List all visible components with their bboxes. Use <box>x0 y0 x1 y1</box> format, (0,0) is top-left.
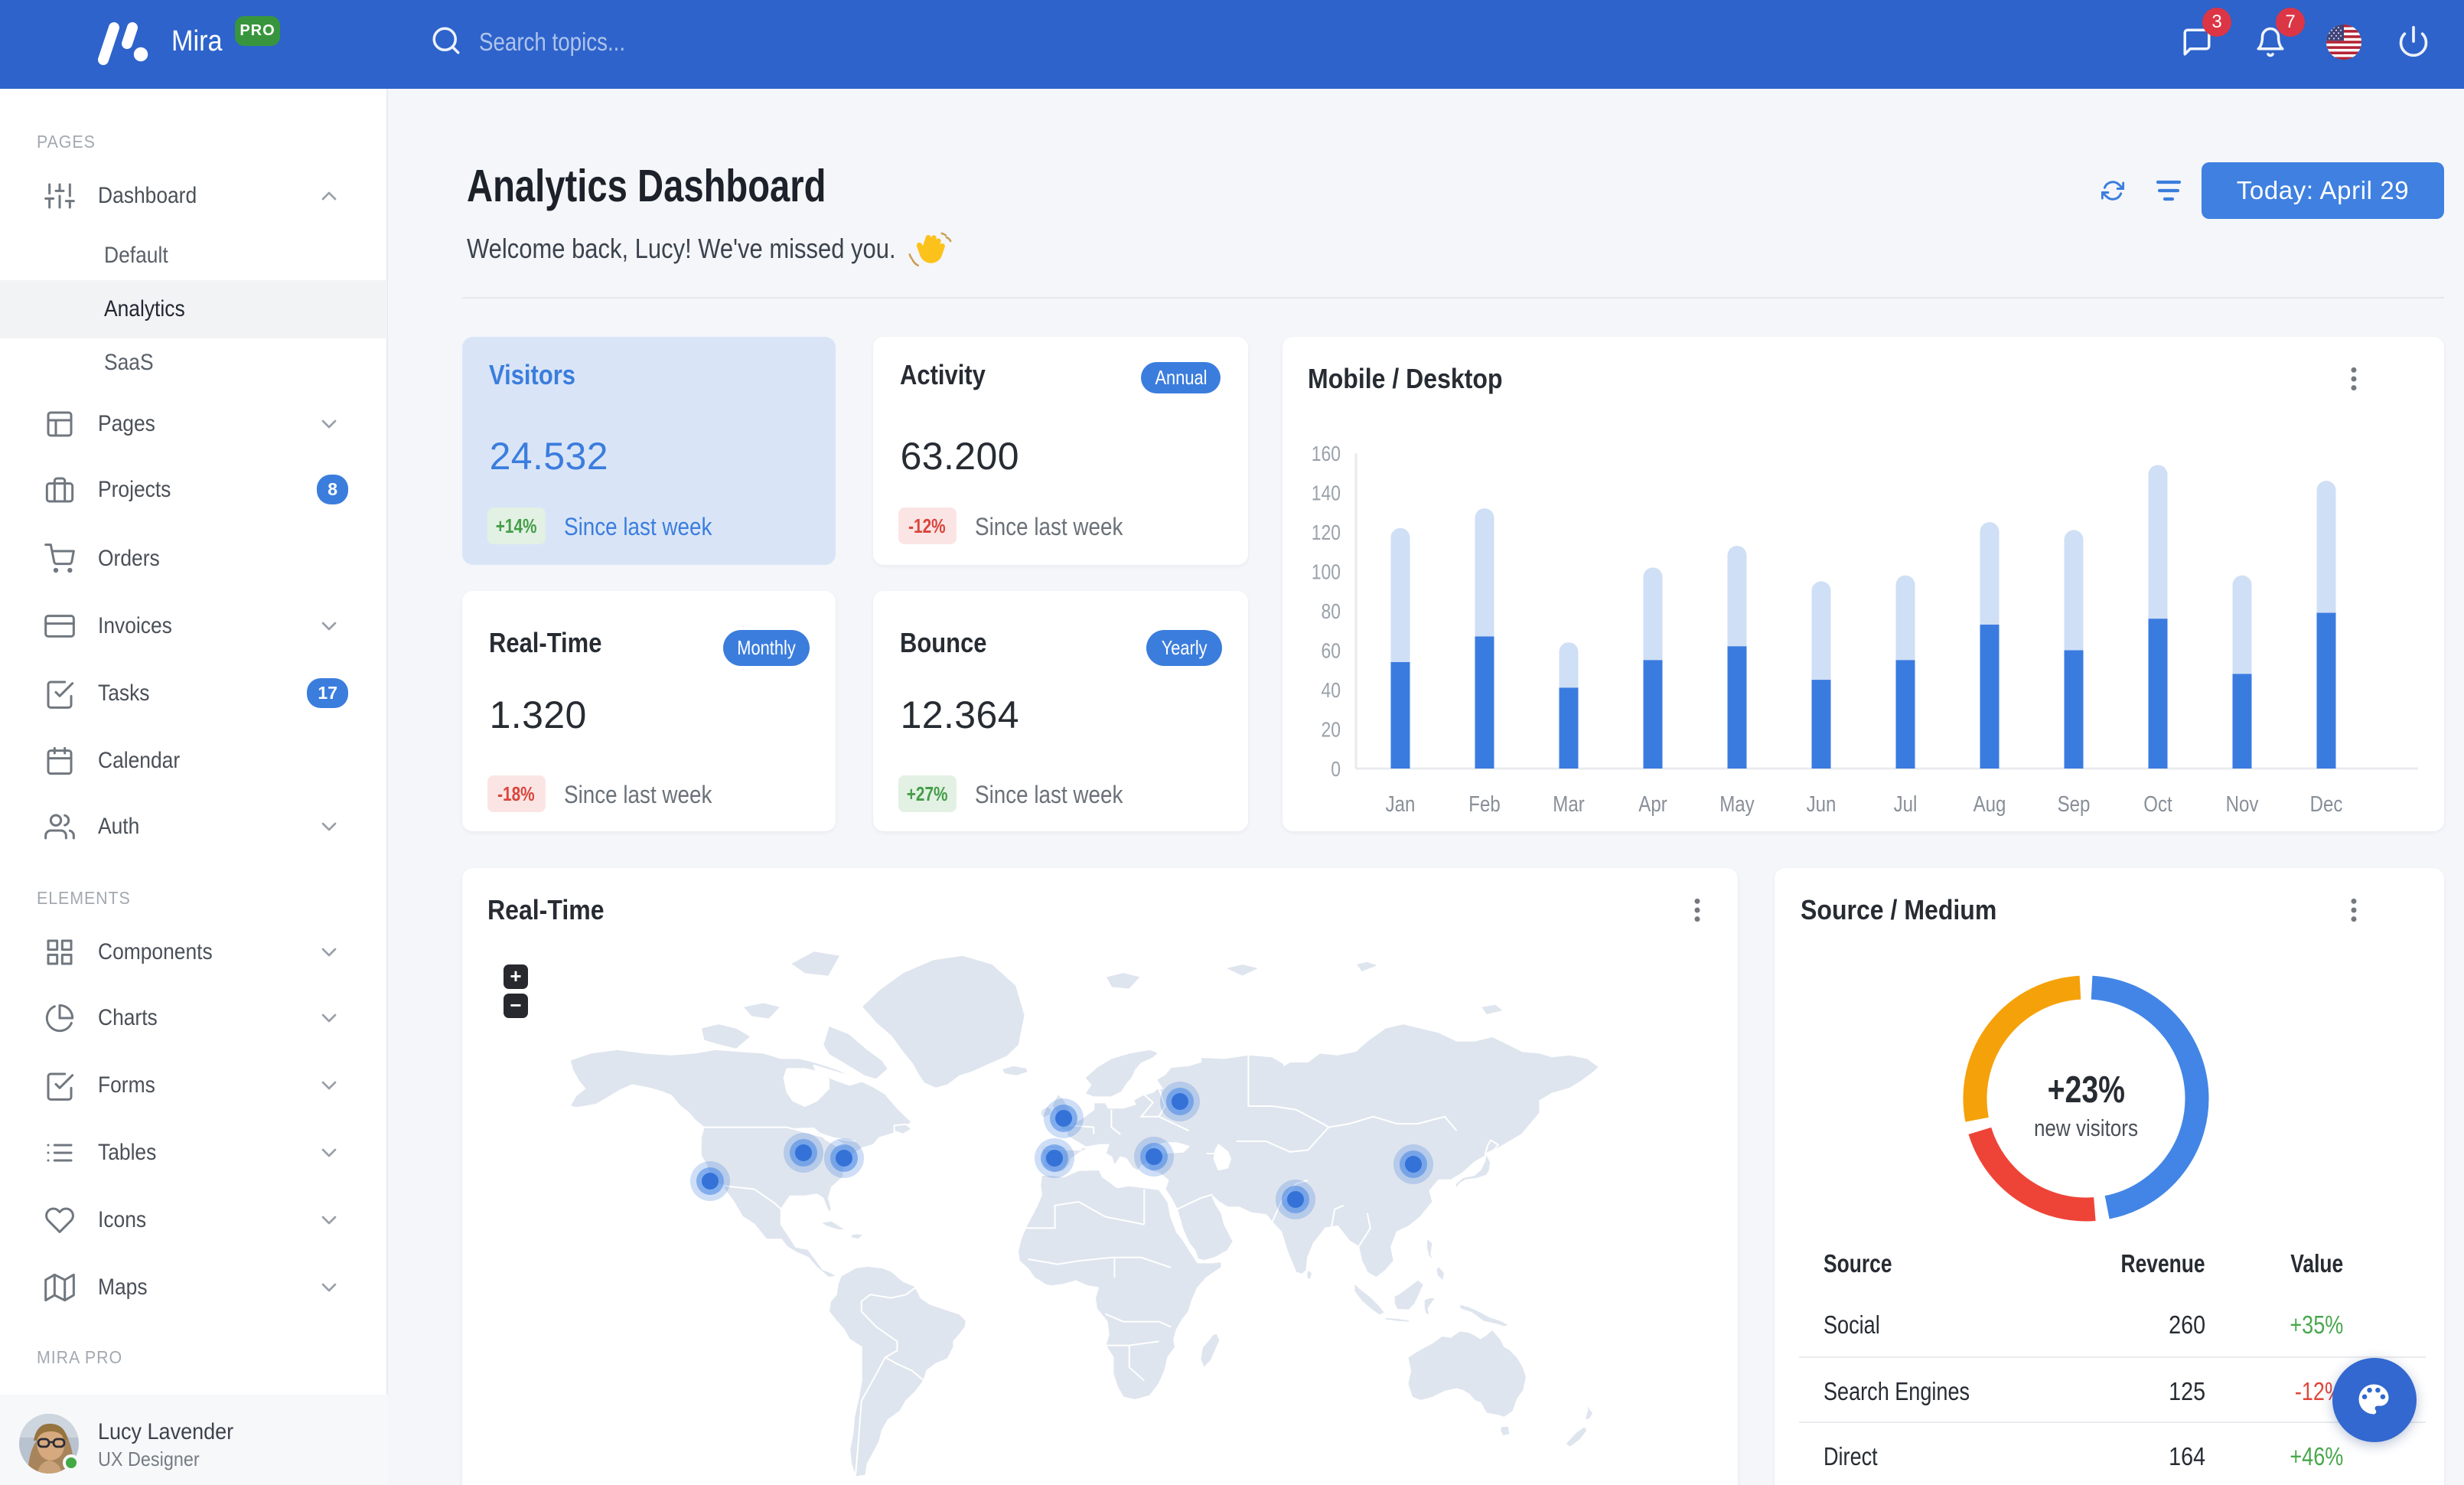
svg-text:0: 0 <box>1331 758 1341 782</box>
svg-text:Dec: Dec <box>2310 791 2343 817</box>
svg-text:80: 80 <box>1321 600 1341 624</box>
svg-text:Mar: Mar <box>1553 791 1585 817</box>
svg-text:Jan: Jan <box>1386 791 1416 817</box>
svg-text:Jul: Jul <box>1894 791 1918 817</box>
svg-text:May: May <box>1719 791 1755 817</box>
svg-text:120: 120 <box>1312 521 1341 545</box>
svg-text:140: 140 <box>1312 481 1341 505</box>
svg-text:160: 160 <box>1312 442 1341 466</box>
svg-text:Jun: Jun <box>1807 791 1837 817</box>
svg-text:20: 20 <box>1321 718 1341 742</box>
svg-text:Oct: Oct <box>2143 791 2172 817</box>
svg-text:Nov: Nov <box>2226 791 2259 817</box>
svg-text:Sep: Sep <box>2058 791 2091 817</box>
svg-text:Feb: Feb <box>1468 791 1500 817</box>
svg-text:Aug: Aug <box>1973 791 2006 817</box>
svg-text:60: 60 <box>1321 639 1341 663</box>
svg-text:Apr: Apr <box>1638 791 1667 817</box>
svg-text:40: 40 <box>1321 679 1341 703</box>
svg-text:100: 100 <box>1312 560 1341 584</box>
